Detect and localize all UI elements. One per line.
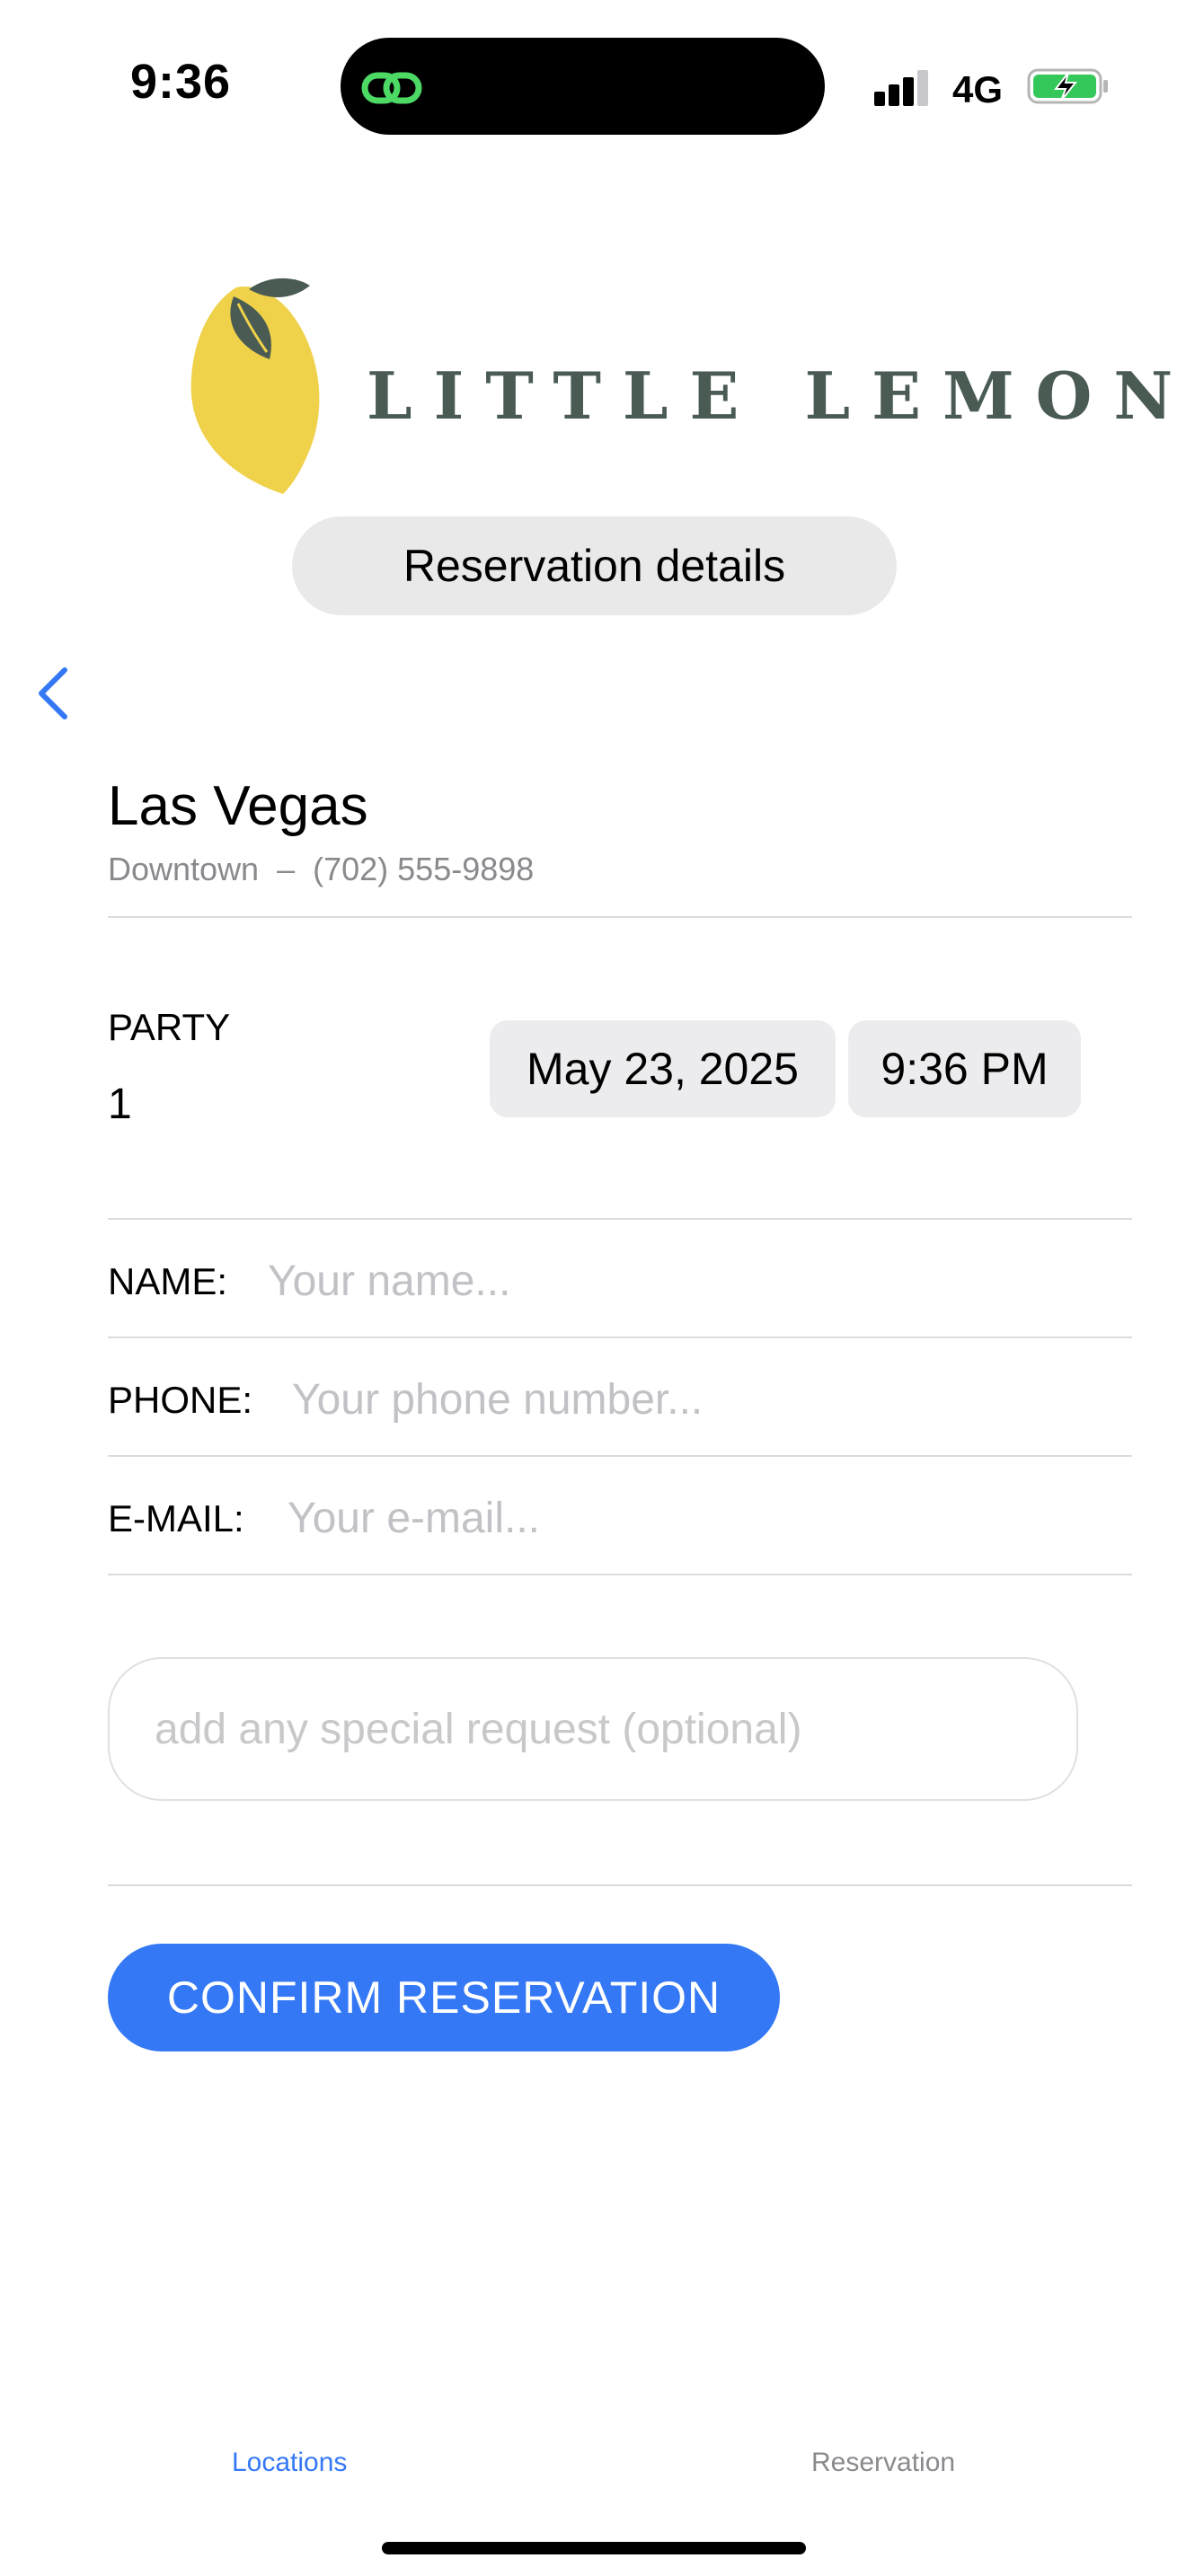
cellular-signal-icon xyxy=(874,70,928,106)
divider xyxy=(108,1218,1132,1220)
status-time: 9:36 xyxy=(130,55,232,109)
confirm-reservation-button[interactable]: CONFIRM RESERVATION xyxy=(108,1944,780,2051)
brand-name: LITTLE LEMON xyxy=(367,357,1186,434)
linked-rings-icon xyxy=(361,72,422,104)
divider xyxy=(108,1574,1132,1575)
lemon-icon xyxy=(190,278,320,494)
divider xyxy=(108,1884,1132,1886)
phone-label: PHONE: xyxy=(108,1379,253,1421)
page-title: Reservation details xyxy=(292,516,897,615)
date-picker-button[interactable]: May 23, 2025 xyxy=(490,1020,836,1117)
special-request-field[interactable] xyxy=(153,1703,1033,1755)
name-field[interactable] xyxy=(268,1249,1076,1312)
email-field[interactable] xyxy=(288,1486,1074,1549)
special-request-box xyxy=(108,1657,1078,1801)
home-indicator[interactable] xyxy=(382,2542,806,2554)
time-picker-button[interactable]: 9:36 PM xyxy=(848,1020,1081,1117)
party-label: PARTY xyxy=(108,1006,231,1048)
location-detail: Downtown – (702) 555-9898 xyxy=(108,851,535,887)
battery-charging-icon xyxy=(1027,68,1108,104)
party-value[interactable]: 1 xyxy=(108,1080,132,1129)
email-label: E-MAIL: xyxy=(108,1497,244,1539)
chevron-left-icon[interactable] xyxy=(32,665,72,722)
phone-field[interactable] xyxy=(292,1368,1074,1431)
divider xyxy=(108,1337,1132,1338)
location-city: Las Vegas xyxy=(108,775,368,837)
tab-locations[interactable]: Locations xyxy=(232,2448,347,2478)
network-type: 4G xyxy=(952,68,1004,110)
name-label: NAME: xyxy=(108,1260,228,1302)
tab-reservation[interactable]: Reservation xyxy=(811,2448,955,2478)
divider xyxy=(108,1455,1132,1457)
divider xyxy=(108,916,1132,918)
